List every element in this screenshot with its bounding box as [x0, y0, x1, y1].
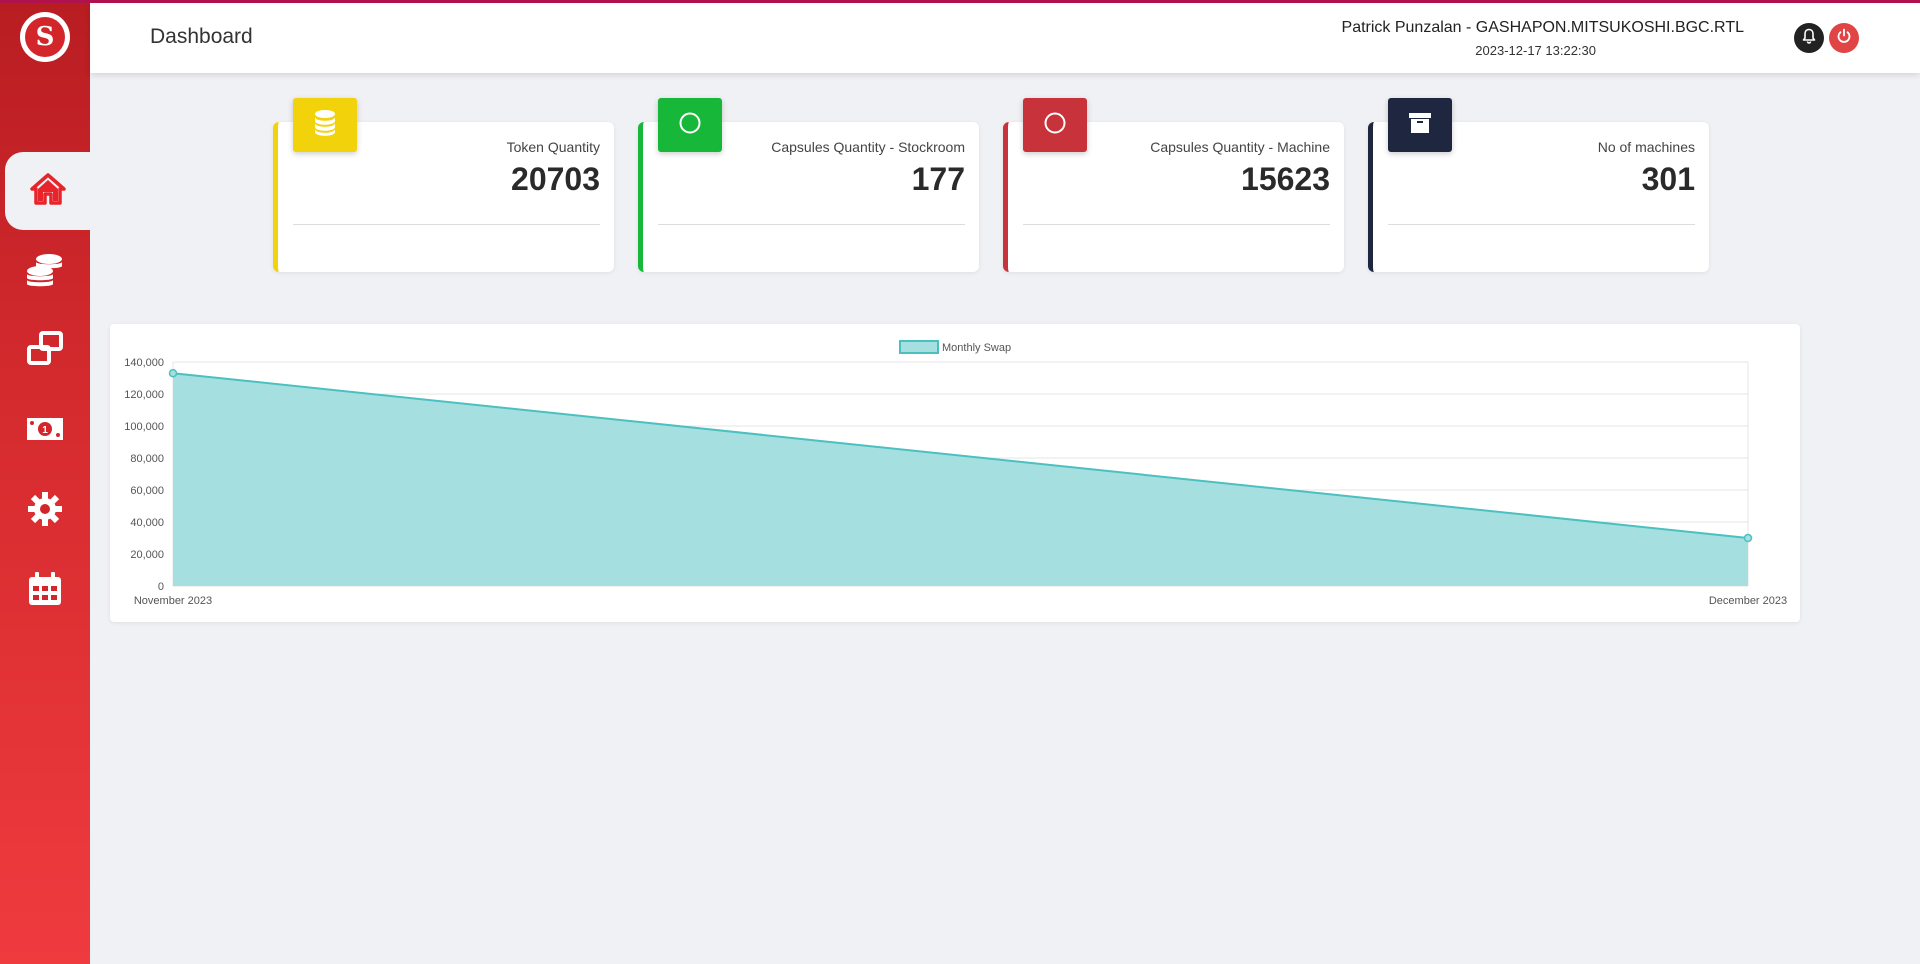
page-title: Dashboard — [150, 25, 253, 48]
logout-button[interactable] — [1829, 23, 1859, 53]
circle-icon — [678, 111, 702, 140]
x-tick-label: November 2023 — [134, 595, 212, 607]
legend-swatch — [899, 340, 939, 354]
card-value: 177 — [911, 161, 965, 197]
y-tick-label: 20,000 — [130, 549, 164, 561]
card-icon-box — [1023, 98, 1087, 152]
data-point — [1743, 533, 1753, 543]
x-tick-label: December 2023 — [1709, 595, 1787, 607]
sidebar-item-tokens[interactable] — [0, 232, 90, 310]
logo-mark: S — [25, 17, 65, 57]
y-tick-label: 0 — [158, 581, 164, 593]
card-divider — [293, 224, 600, 225]
card-icon-box — [658, 98, 722, 152]
svg-text:1: 1 — [42, 425, 48, 436]
archive-box-icon — [1408, 112, 1432, 139]
coins-icon — [25, 249, 65, 294]
card-label: Capsules Quantity - Machine — [1150, 139, 1330, 155]
card-label: No of machines — [1597, 139, 1695, 155]
y-tick-label: 60,000 — [130, 485, 164, 497]
card-divider — [1388, 224, 1695, 225]
stat-card-machines: No of machines 301 — [1368, 98, 1709, 272]
sidebar-item-cash[interactable]: 1 — [0, 392, 90, 470]
money-bill-icon: 1 — [25, 409, 65, 454]
y-tick-label: 140,000 — [124, 357, 164, 369]
top-accent-line — [0, 0, 1920, 3]
y-tick-label: 80,000 — [130, 453, 164, 465]
database-icon — [313, 109, 337, 142]
power-icon — [1836, 28, 1852, 49]
sidebar-item-calendar[interactable] — [0, 552, 90, 630]
card-icon-box — [293, 98, 357, 152]
y-tick-label: 120,000 — [124, 389, 164, 401]
y-tick-label: 100,000 — [124, 421, 164, 433]
bell-icon — [1801, 28, 1817, 49]
card-value: 301 — [1641, 161, 1695, 197]
stat-card-capsules-stockroom: Capsules Quantity - Stockroom 177 — [638, 98, 979, 272]
home-icon — [28, 169, 68, 214]
card-value: 15623 — [1241, 161, 1330, 197]
notifications-button[interactable] — [1794, 23, 1824, 53]
sidebar-item-settings[interactable] — [0, 472, 90, 550]
series-area — [173, 373, 1748, 586]
monthly-swap-chart-panel: 0 20,000 40,000 60,000 80,000 100,000 120,000 1… — [110, 324, 1800, 622]
top-header: Dashboard Patrick Punzalan - GASHAPON.MI… — [90, 3, 1920, 73]
card-value: 20703 — [511, 161, 600, 197]
calendar-icon — [25, 569, 65, 614]
monthly-swap-chart: 0 20,000 40,000 60,000 80,000 100,000 120,000 1… — [124, 340, 1787, 607]
sidebar-item-swap[interactable] — [0, 312, 90, 390]
stat-card-token-quantity: Token Quantity 20703 — [273, 98, 614, 272]
circle-icon — [1043, 111, 1067, 140]
brand-logo[interactable]: S — [20, 12, 70, 62]
stat-card-capsules-machine: Capsules Quantity - Machine 15623 — [1003, 98, 1344, 272]
user-account-label: Patrick Punzalan - GASHAPON.MITSUKOSHI.B… — [1341, 19, 1744, 36]
card-divider — [658, 224, 965, 225]
legend-label: Monthly Swap — [942, 342, 1011, 354]
card-divider — [1023, 224, 1330, 225]
sidebar: S 1 — [0, 0, 90, 964]
data-point — [168, 368, 178, 378]
gear-icon — [25, 489, 65, 534]
y-tick-label: 40,000 — [130, 517, 164, 529]
swap-windows-icon — [25, 329, 65, 374]
card-label: Capsules Quantity - Stockroom — [771, 139, 965, 155]
card-icon-box — [1388, 98, 1452, 152]
current-datetime: 2023-12-17 13:22:30 — [1475, 43, 1596, 58]
card-label: Token Quantity — [506, 139, 600, 155]
sidebar-item-home[interactable] — [5, 152, 90, 230]
